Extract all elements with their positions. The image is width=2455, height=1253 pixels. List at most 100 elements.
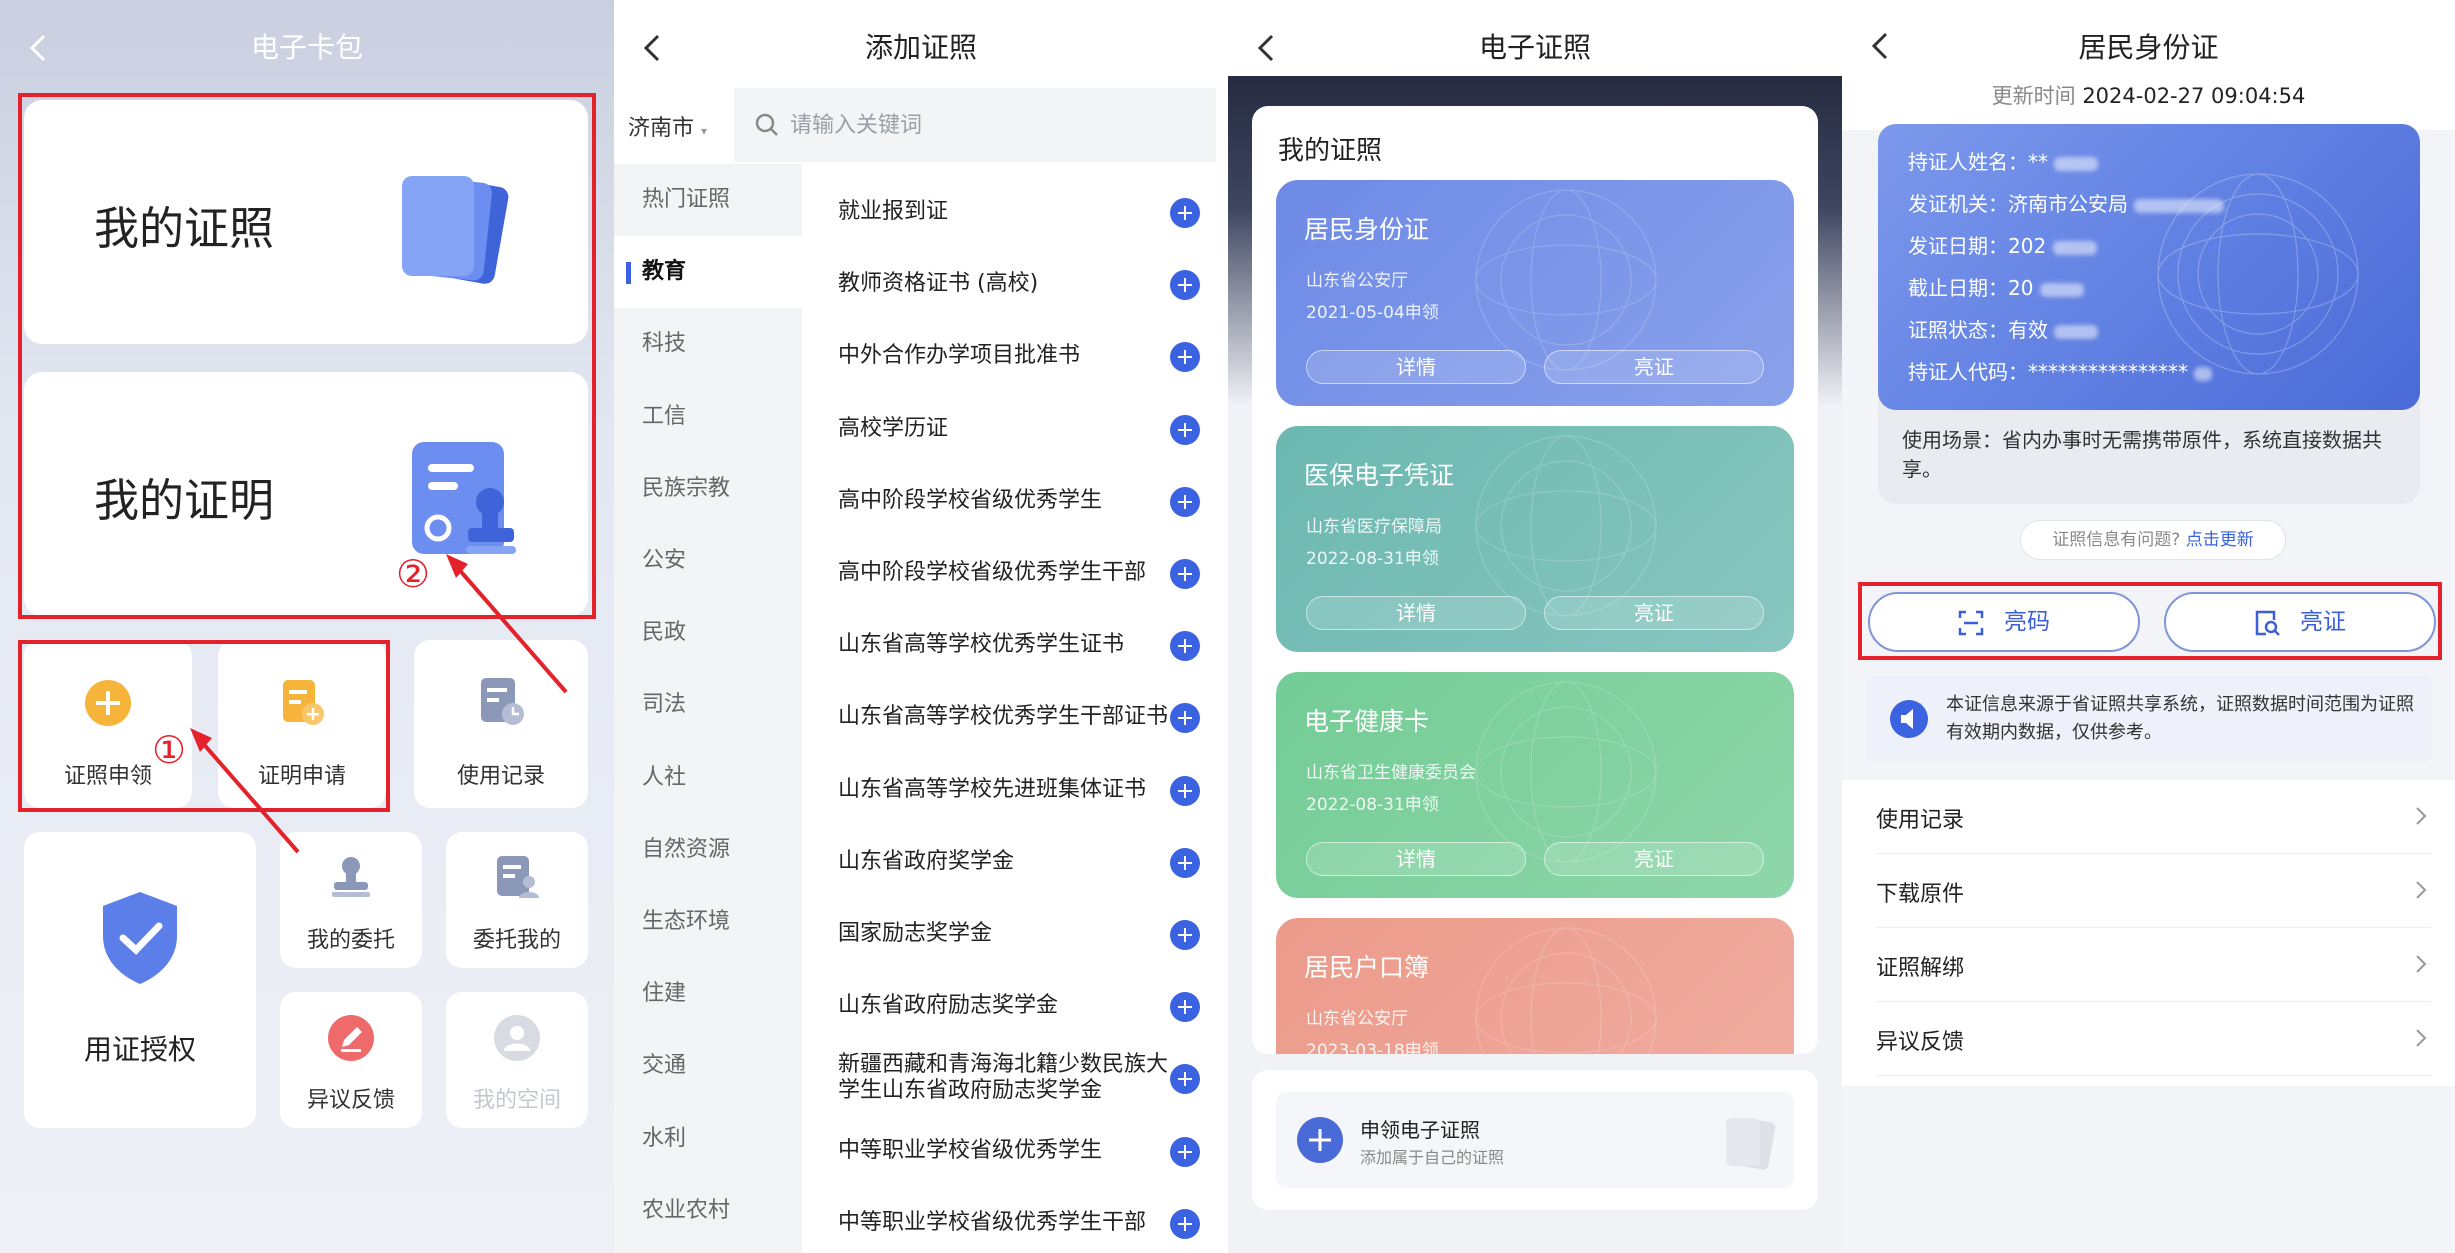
category-tab[interactable]: 民政 bbox=[614, 597, 802, 669]
menu-item[interactable]: 异议反馈 bbox=[1876, 1002, 2431, 1076]
category-tab[interactable]: 农业农村 bbox=[614, 1175, 802, 1247]
screen-e-license: 电子证照 我的证照 居民身份证 山东省公安厅 2021-05-04申领 详情 亮证 医保电… bbox=[1228, 0, 1842, 1253]
add-plus-icon[interactable] bbox=[1170, 486, 1200, 517]
annotation-one: ① bbox=[152, 728, 187, 772]
cert-show-button[interactable]: 亮证 bbox=[1544, 842, 1764, 876]
cert-date: 2021-05-04申领 bbox=[1306, 303, 1439, 323]
add-plus-icon[interactable] bbox=[1170, 992, 1200, 1023]
add-plus-icon[interactable] bbox=[1170, 847, 1200, 878]
add-plus-icon[interactable] bbox=[1170, 1136, 1200, 1167]
apply-subtitle: 添加属于自己的证照 bbox=[1360, 1148, 1505, 1167]
masked-blur bbox=[2134, 198, 2225, 213]
license-item[interactable]: 中等职业学校省级优秀学生干部 bbox=[824, 1187, 1214, 1253]
category-tab[interactable]: 人社 bbox=[614, 742, 802, 814]
license-item[interactable]: 新疆西藏和青海海北籍少数民族大学生山东省政府励志奖学金 bbox=[824, 1042, 1214, 1114]
nav-bar: 电子证照 bbox=[1228, 0, 1842, 76]
license-item[interactable]: 高中阶段学校省级优秀学生干部 bbox=[824, 537, 1214, 609]
add-plus-icon[interactable] bbox=[1170, 559, 1200, 589]
category-tab[interactable]: 生态环境 bbox=[614, 886, 802, 958]
add-plus-icon[interactable] bbox=[1170, 414, 1200, 445]
cert-detail-button[interactable]: 详情 bbox=[1306, 842, 1526, 876]
highlight-box-action-buttons bbox=[1858, 582, 2442, 660]
license-item[interactable]: 山东省高等学校优秀学生证书 bbox=[824, 609, 1214, 681]
category-tab[interactable]: 热门证照 bbox=[614, 164, 802, 236]
id-field: 发证机关：济南市公安局 bbox=[1908, 188, 2225, 217]
license-item[interactable]: 教师资格证书 (高校) bbox=[824, 248, 1214, 320]
license-item[interactable]: 中等职业学校省级优秀学生 bbox=[824, 1115, 1214, 1187]
id-field: 持证人姓名：** bbox=[1908, 146, 2099, 175]
add-plus-icon[interactable] bbox=[1170, 920, 1200, 950]
category-tab[interactable]: 水利 bbox=[614, 1103, 802, 1175]
add-plus-icon[interactable] bbox=[1170, 1208, 1200, 1239]
menu-item[interactable]: 下载原件 bbox=[1876, 854, 2431, 928]
chevron-right-icon bbox=[2416, 881, 2427, 899]
cert-show-button[interactable]: 亮证 bbox=[1544, 350, 1764, 384]
add-plus-icon[interactable] bbox=[1170, 703, 1200, 734]
menu-item-label: 证照解绑 bbox=[1876, 956, 1965, 981]
category-tab[interactable]: 住建 bbox=[614, 958, 802, 1030]
id-field-label: 截止日期： bbox=[1908, 276, 2008, 300]
license-item[interactable]: 山东省政府励志奖学金 bbox=[824, 970, 1214, 1042]
category-tab[interactable]: 司法 bbox=[614, 669, 802, 741]
page-title: 电子证照 bbox=[1478, 31, 1591, 64]
cert-date: 2023-03-18申领 bbox=[1306, 1041, 1439, 1054]
action-menu: 使用记录下载原件证照解绑异议反馈 bbox=[1842, 780, 2455, 1086]
menu-item[interactable]: 证照解绑 bbox=[1876, 928, 2431, 1002]
city-selector[interactable]: 济南市 ▾ bbox=[628, 110, 707, 142]
chevron-right-icon bbox=[2416, 955, 2427, 973]
category-tab[interactable]: 自然资源 bbox=[614, 814, 802, 886]
info-update-link[interactable]: 点击更新 bbox=[2186, 530, 2254, 550]
cert-detail-button[interactable]: 详情 bbox=[1306, 596, 1526, 630]
notice-text: 本证信息来源于省证照共享系统，证照数据时间范围为证照有效期内数据，仅供参考。 bbox=[1946, 694, 2414, 743]
cert-date: 2022-08-31申领 bbox=[1306, 549, 1439, 569]
chevron-right-icon bbox=[2416, 807, 2427, 825]
category-tab[interactable]: 科技 bbox=[614, 308, 802, 380]
id-field-value: ** bbox=[2028, 150, 2048, 174]
add-plus-icon[interactable] bbox=[1170, 775, 1200, 806]
license-item-label: 就业报到证 bbox=[838, 199, 949, 224]
cert-detail-button[interactable]: 详情 bbox=[1306, 350, 1526, 384]
license-item[interactable]: 中外合作办学项目批准书 bbox=[824, 320, 1214, 392]
license-item-label: 山东省高等学校优秀学生证书 bbox=[838, 632, 1125, 658]
cards-decor-icon bbox=[1726, 1118, 1776, 1170]
search-input[interactable] bbox=[790, 108, 1190, 142]
license-item[interactable]: 高校学历证 bbox=[824, 393, 1214, 465]
add-plus-icon[interactable] bbox=[1170, 270, 1200, 301]
speaker-icon bbox=[1890, 700, 1928, 738]
caret-down-icon: ▾ bbox=[701, 124, 708, 138]
updated-label: 更新时间 bbox=[1991, 84, 2076, 108]
page-title: 添加证照 bbox=[864, 31, 977, 64]
id-field: 截止日期：20 bbox=[1908, 272, 2084, 301]
cert-card[interactable]: 医保电子凭证 山东省医疗保障局 2022-08-31申领 详情 亮证 bbox=[1276, 426, 1794, 652]
id-field-label: 发证机关： bbox=[1908, 192, 2008, 216]
cert-issuer: 山东省公安厅 bbox=[1306, 1009, 1408, 1029]
menu-item-label: 下载原件 bbox=[1876, 882, 1965, 907]
cert-card[interactable]: 电子健康卡 山东省卫生健康委员会 2022-08-31申领 详情 亮证 bbox=[1276, 672, 1794, 898]
category-tab[interactable]: 工信 bbox=[614, 381, 802, 453]
info-question[interactable]: 证照信息有问题? 点击更新 bbox=[2020, 520, 2286, 560]
menu-item[interactable]: 使用记录 bbox=[1876, 780, 2431, 854]
category-tab[interactable]: 交通 bbox=[614, 1030, 802, 1102]
license-item[interactable]: 山东省高等学校先进班集体证书 bbox=[824, 754, 1214, 826]
license-item[interactable]: 山东省政府奖学金 bbox=[824, 826, 1214, 898]
cert-card[interactable]: 居民身份证 山东省公安厅 2021-05-04申领 详情 亮证 bbox=[1276, 180, 1794, 406]
add-plus-icon[interactable] bbox=[1170, 342, 1200, 373]
category-tab[interactable]: 公安 bbox=[614, 525, 802, 597]
city-label: 济南市 bbox=[628, 116, 695, 141]
add-plus-icon[interactable] bbox=[1170, 198, 1200, 228]
license-item[interactable]: 就业报到证 bbox=[824, 176, 1214, 248]
cert-show-button[interactable]: 亮证 bbox=[1544, 596, 1764, 630]
category-tab[interactable]: 民族宗教 bbox=[614, 453, 802, 525]
cert-issuer: 山东省卫生健康委员会 bbox=[1306, 763, 1476, 783]
category-tab[interactable]: 教育 bbox=[614, 236, 802, 309]
search-icon bbox=[755, 113, 778, 136]
cert-card[interactable]: 居民户口簿山东省公安厅2023-03-18申领详情亮证 bbox=[1276, 918, 1794, 1054]
plus-circle-icon bbox=[1297, 1117, 1343, 1163]
license-item[interactable]: 高中阶段学校省级优秀学生 bbox=[824, 465, 1214, 537]
add-plus-icon[interactable] bbox=[1170, 631, 1200, 662]
add-plus-icon[interactable] bbox=[1170, 1064, 1200, 1095]
apply-license-button[interactable]: 申领电子证照 添加属于自己的证照 bbox=[1276, 1092, 1794, 1188]
license-item[interactable]: 山东省高等学校优秀学生干部证书 bbox=[824, 681, 1214, 753]
license-item[interactable]: 国家励志奖学金 bbox=[824, 898, 1214, 970]
license-item-label: 高中阶段学校省级优秀学生干部 bbox=[838, 560, 1147, 585]
